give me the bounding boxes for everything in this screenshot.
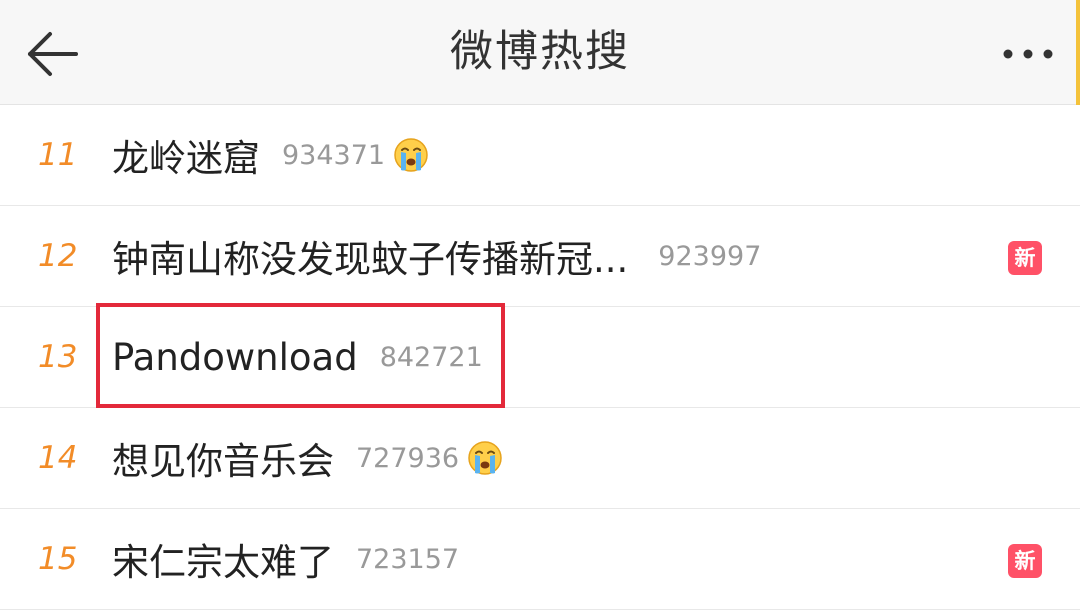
rank-number: 11: [38, 137, 78, 173]
more-button[interactable]: [998, 34, 1058, 74]
back-button[interactable]: [22, 26, 86, 82]
arrow-left-icon: [28, 32, 78, 76]
rank-number: 12: [38, 238, 78, 274]
rank-number: 15: [38, 541, 78, 577]
heat-count: 934371: [282, 139, 386, 171]
topic-title: 宋仁宗太难了: [112, 541, 334, 584]
accent-edge: [1076, 0, 1080, 105]
rank-number: 13: [38, 339, 78, 375]
topic-title: 想见你音乐会: [112, 440, 334, 483]
hot-search-item[interactable]: 11 龙岭迷窟 934371: [0, 105, 1080, 206]
item-content: 钟南山称没发现蚊子传播新冠... 923997: [112, 206, 761, 306]
new-badge: 新: [1008, 544, 1042, 578]
rank-number: 14: [38, 440, 78, 476]
heat-count: 727936: [356, 442, 460, 474]
item-content: Pandownload 842721: [112, 307, 483, 407]
page-title: 微博热搜: [450, 27, 630, 77]
item-content: 宋仁宗太难了 723157: [112, 509, 459, 609]
hot-search-item[interactable]: 13 Pandownload 842721: [0, 307, 1080, 408]
more-dots-icon: [1003, 49, 1053, 59]
hot-search-item[interactable]: 15 宋仁宗太难了 723157 新: [0, 509, 1080, 610]
item-content: 龙岭迷窟 934371: [112, 105, 429, 205]
heat-count: 723157: [356, 543, 460, 575]
crying-face-icon: [393, 137, 429, 173]
topic-title: 龙岭迷窟: [112, 137, 260, 180]
heat-count: 923997: [658, 240, 762, 272]
top-bar: 微博热搜: [0, 0, 1080, 105]
heat-count: 842721: [379, 341, 483, 373]
topic-title: 钟南山称没发现蚊子传播新冠...: [112, 238, 629, 281]
item-content: 想见你音乐会 727936: [112, 408, 503, 508]
hot-search-item[interactable]: 12 钟南山称没发现蚊子传播新冠... 923997 新: [0, 206, 1080, 307]
hot-search-list: 11 龙岭迷窟 934371 12 钟南山称没发现蚊子传播新冠... 92399…: [0, 105, 1080, 610]
new-badge: 新: [1008, 241, 1042, 275]
crying-face-icon: [467, 440, 503, 476]
hot-search-item[interactable]: 14 想见你音乐会 727936: [0, 408, 1080, 509]
topic-title: Pandownload: [112, 335, 358, 379]
